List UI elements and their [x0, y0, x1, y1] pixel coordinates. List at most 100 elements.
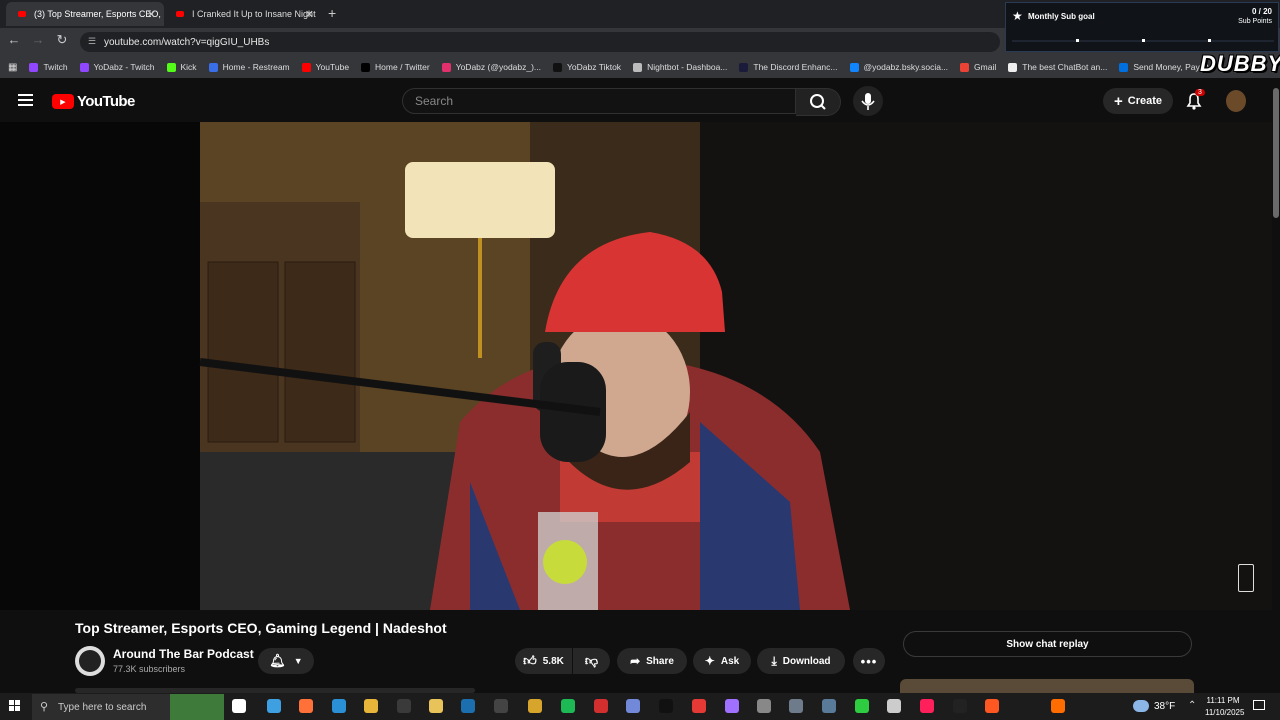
taskbar-app-icon[interactable]	[822, 699, 836, 713]
microphone-icon	[861, 93, 875, 110]
bookmark-favicon-icon	[960, 62, 970, 72]
windows-start-icon[interactable]	[9, 700, 21, 712]
bookmark-favicon-icon	[849, 62, 859, 72]
browser-tab-active[interactable]: (3) Top Streamer, Esports CEO, ✕	[6, 2, 164, 26]
taskbar-app-icon[interactable]	[692, 699, 706, 713]
taskbar-app-icon[interactable]	[594, 699, 608, 713]
share-button[interactable]: ➦ Share	[617, 648, 687, 674]
like-count: 5.8K	[542, 655, 564, 667]
star-icon: ★	[1012, 9, 1023, 23]
taskbar-app-icon[interactable]	[429, 699, 443, 713]
taskbar-app-icon[interactable]	[267, 699, 281, 713]
taskbar-app-icon[interactable]	[494, 699, 508, 713]
taskbar-app-icon[interactable]	[397, 699, 411, 713]
bookmark-favicon-icon	[301, 62, 311, 72]
forward-icon[interactable]: →	[28, 32, 48, 47]
voice-search-button[interactable]	[853, 86, 883, 116]
browser-tab[interactable]: I Cranked It Up to Insane Night ✕	[164, 2, 322, 26]
taskbar-app-icon[interactable]	[332, 699, 346, 713]
bookmark-item[interactable]: YoDabz (@yodabz_)...	[441, 62, 541, 72]
taskbar-app-icon[interactable]	[561, 699, 575, 713]
taskbar-app-icon[interactable]	[364, 699, 378, 713]
like-button[interactable]: 👍︎ 5.8K	[515, 648, 572, 674]
temperature[interactable]: 38°F	[1154, 701, 1175, 712]
bookmark-item[interactable]: The best ChatBot an...	[1008, 62, 1107, 72]
taskbar-app-icon[interactable]	[299, 699, 313, 713]
bookmark-label: YoDabz - Twitch	[93, 62, 155, 72]
taskbar-app-icon[interactable]	[232, 699, 246, 713]
avatar[interactable]	[1226, 90, 1246, 112]
address-bar[interactable]: ☰ youtube.com/watch?v=qigGIU_UHBs	[80, 32, 1000, 52]
bookmark-item[interactable]: The Discord Enhanc...	[739, 62, 838, 72]
reload-icon[interactable]: ↻	[52, 32, 72, 48]
ask-button[interactable]: ✦ Ask	[693, 648, 751, 674]
bookmark-label: The Discord Enhanc...	[753, 62, 838, 72]
bookmark-item[interactable]: YouTube	[301, 62, 349, 72]
bookmark-item[interactable]: Twitch	[29, 62, 68, 72]
taskbar-app-icon[interactable]	[461, 699, 475, 713]
taskbar-app-icon[interactable]	[725, 699, 739, 713]
taskbar-app-icon[interactable]	[659, 699, 673, 713]
apps-grid-icon[interactable]: ▦	[8, 62, 17, 73]
new-tab-button[interactable]: +	[328, 5, 336, 21]
clock-date: 11/10/2025	[1205, 708, 1245, 717]
system-clock[interactable]: 11:11 PM 11/10/2025	[1205, 695, 1245, 719]
scrollbar-thumb[interactable]	[1273, 88, 1279, 218]
bookmark-item[interactable]: Kick	[166, 62, 197, 72]
taskbar-app-icon[interactable]	[626, 699, 640, 713]
weather-icon[interactable]	[1133, 700, 1149, 712]
tray-overflow-icon[interactable]: ⌃	[1188, 700, 1196, 711]
taskbar-app-icon[interactable]	[887, 699, 901, 713]
thumbs-down-icon: 👎︎	[584, 653, 599, 668]
taskbar-app-icon[interactable]	[528, 699, 542, 713]
goal-marker	[1076, 39, 1079, 42]
menu-icon[interactable]	[18, 94, 33, 106]
bookmark-item[interactable]: Gmail	[960, 62, 996, 72]
taskbar-app-icon[interactable]	[920, 699, 934, 713]
search-button[interactable]	[796, 88, 841, 116]
more-actions-button[interactable]: •••	[853, 648, 885, 674]
taskbar-app-icon[interactable]	[985, 699, 999, 713]
search-input[interactable]: Search	[402, 88, 796, 114]
site-info-icon[interactable]: ☰	[88, 36, 96, 47]
back-icon[interactable]: ←	[4, 32, 24, 47]
bell-icon: 🔔︎	[269, 653, 286, 668]
bookmark-label: Home - Restream	[222, 62, 290, 72]
download-button[interactable]: ⤓ Download	[757, 648, 845, 674]
video-player[interactable]	[0, 122, 1272, 610]
bookmark-item[interactable]: YoDabz - Twitch	[79, 62, 155, 72]
notification-center-icon[interactable]	[1253, 700, 1265, 710]
recommended-thumbnail[interactable]	[900, 679, 1194, 693]
goal-marker	[1208, 39, 1211, 42]
taskbar-app-icon[interactable]	[953, 699, 967, 713]
youtube-favicon-icon	[18, 11, 26, 17]
channel-name[interactable]: Around The Bar Podcast	[113, 647, 254, 661]
dislike-button[interactable]: 👎︎	[573, 648, 610, 674]
bookmark-item[interactable]: Nightbot - Dashboa...	[633, 62, 727, 72]
taskbar-app-icon[interactable]	[1051, 699, 1065, 713]
close-tab-icon[interactable]: ✕	[305, 8, 314, 21]
youtube-logo[interactable]: ▶ YouTube	[52, 93, 135, 110]
taskbar-app-icon[interactable]	[757, 699, 771, 713]
bookmark-item[interactable]: @yodabz.bsky.socia...	[849, 62, 948, 72]
bookmark-label: The best ChatBot an...	[1022, 62, 1108, 72]
bookmark-favicon-icon	[441, 62, 451, 72]
show-chat-replay-button[interactable]: Show chat replay	[903, 631, 1192, 657]
channel-avatar[interactable]	[75, 646, 105, 676]
subscription-bell-button[interactable]: 🔔︎ ▼	[258, 648, 314, 674]
bookmark-favicon-icon	[633, 62, 643, 72]
notifications-button[interactable]: 3	[1184, 89, 1205, 116]
bookmark-item[interactable]: Home / Twitter	[361, 62, 430, 72]
taskbar-app-icon[interactable]	[855, 699, 869, 713]
close-tab-icon[interactable]: ✕	[147, 8, 156, 21]
sponsor-cup-icon	[1238, 564, 1254, 592]
taskbar-search-input[interactable]: ⚲ Type here to search	[32, 694, 224, 720]
bookmark-item[interactable]: YoDabz Tiktok	[553, 62, 621, 72]
bookmark-label: Twitch	[43, 62, 68, 72]
page-scrollbar[interactable]	[1272, 84, 1280, 696]
create-button[interactable]: + Create	[1103, 88, 1173, 114]
taskbar-app-icon[interactable]	[789, 699, 803, 713]
bookmark-favicon-icon	[553, 62, 563, 72]
bookmark-item[interactable]: Home - Restream	[208, 62, 290, 72]
youtube-wordmark: YouTube	[77, 93, 135, 110]
